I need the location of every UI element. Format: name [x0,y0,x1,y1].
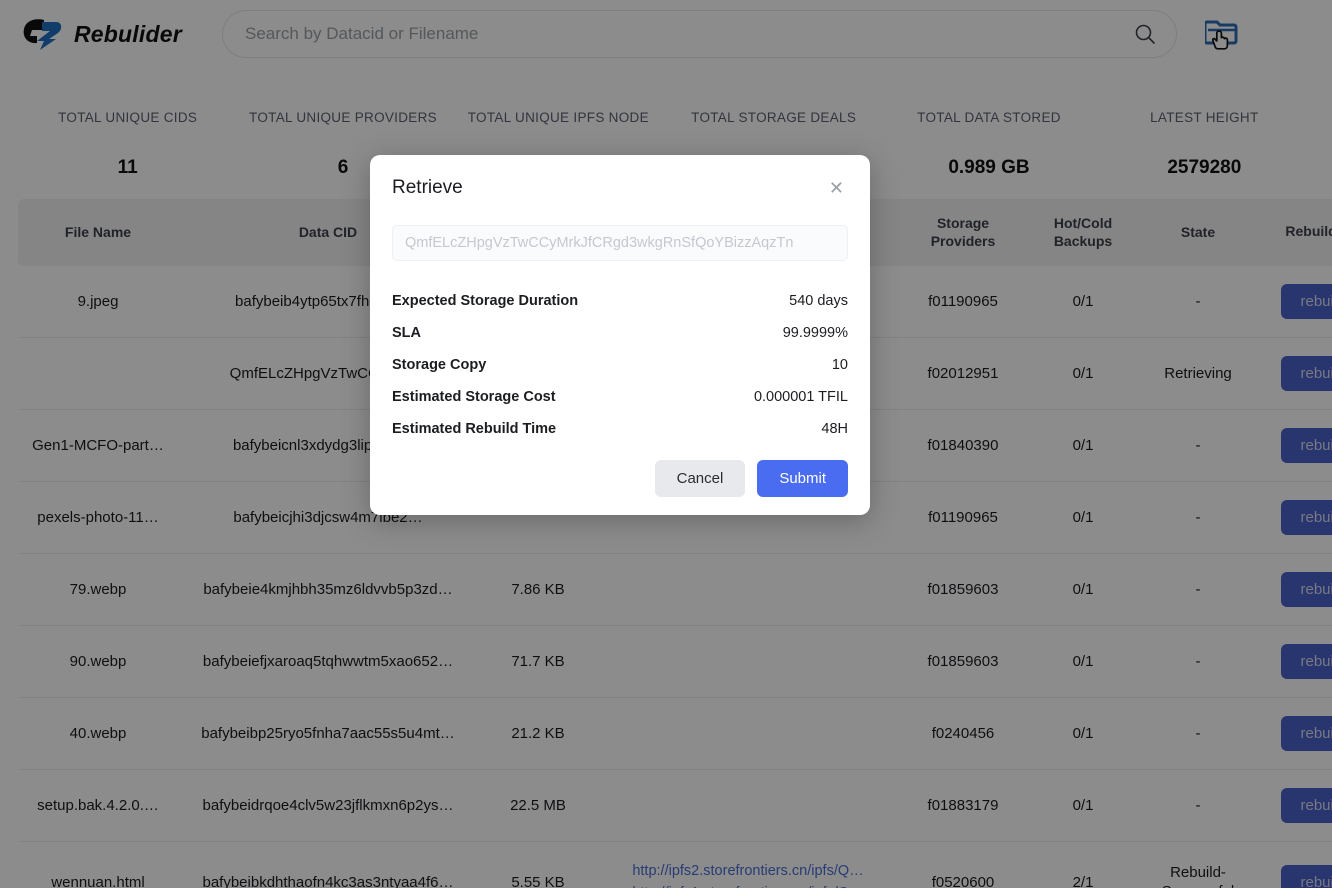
detail-value: 99.9999% [782,325,848,341]
detail-row-estimated-rebuild-time: Estimated Rebuild Time 48H [392,413,848,445]
close-icon[interactable]: ✕ [825,177,848,199]
detail-key: SLA [392,325,421,341]
retrieve-modal: Retrieve ✕ Expected Storage Duration 540… [370,155,870,515]
modal-header: Retrieve ✕ [392,177,848,199]
detail-value: 540 days [789,293,848,309]
cid-input[interactable] [392,225,848,261]
cancel-button[interactable]: Cancel [654,460,746,497]
app-root: Rebulider TOTAL UNIQUE CIDS 11 [0,0,1332,888]
submit-button[interactable]: Submit [757,460,848,497]
detail-row-storage-copy: Storage Copy 10 [392,349,848,381]
modal-actions: Cancel Submit [392,460,848,497]
detail-row-sla: SLA 99.9999% [392,317,848,349]
detail-key: Storage Copy [392,357,487,373]
detail-key: Estimated Rebuild Time [392,421,557,437]
modal-title: Retrieve [392,177,463,198]
detail-value: 48H [821,421,848,437]
detail-value: 0.000001 TFIL [753,389,848,405]
retrieve-details: Expected Storage Duration 540 days SLA 9… [392,285,848,445]
detail-key: Expected Storage Duration [392,293,579,309]
detail-row-expected-storage-duration: Expected Storage Duration 540 days [392,285,848,317]
detail-key: Estimated Storage Cost [392,389,556,405]
detail-value: 10 [831,357,848,373]
detail-row-estimated-storage-cost: Estimated Storage Cost 0.000001 TFIL [392,381,848,413]
